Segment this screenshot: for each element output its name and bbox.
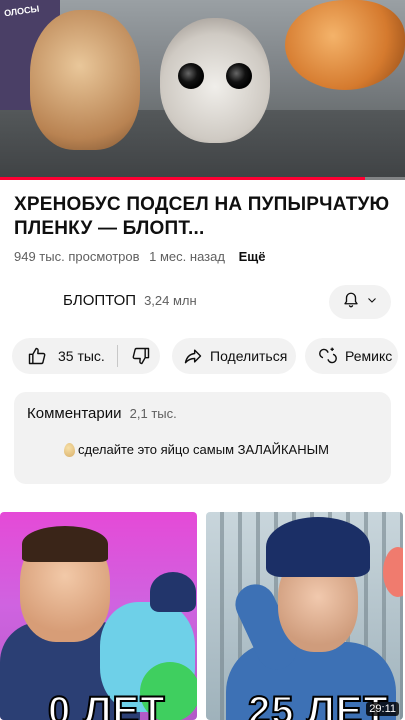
egg-emoji-icon — [64, 442, 75, 457]
progress-bar[interactable] — [0, 177, 405, 180]
subscriber-count: 3,24 млн — [144, 293, 197, 308]
comments-header: Комментарии 2,1 тыс. — [27, 405, 177, 422]
remix-icon — [317, 345, 339, 367]
bell-icon — [342, 291, 360, 314]
thumbnail-hair — [22, 526, 108, 562]
video-player[interactable]: ОЛОСЫ — [0, 0, 405, 180]
like-dislike-group: 35 тыс. — [12, 338, 160, 374]
progress-fill — [0, 177, 365, 180]
thumbs-up-icon — [26, 345, 48, 367]
notification-bell-button[interactable] — [329, 285, 391, 319]
chevron-down-icon — [366, 293, 378, 311]
share-arrow-icon — [182, 345, 204, 367]
police-cap-icon — [150, 572, 196, 612]
recommended-video-thumbnail[interactable]: 0 ЛЕТ — [0, 512, 197, 720]
dislike-button[interactable] — [130, 345, 152, 367]
video-duration: 29:11 — [366, 702, 399, 716]
publish-date: 1 мес. назад — [149, 249, 225, 264]
thumbnail-overlay-text: 0 ЛЕТ — [47, 688, 166, 720]
top-comment: сделайте это яйцо самым ЗАЛАЙКАНЫМ — [64, 442, 329, 457]
recommended-video-thumbnail[interactable]: 25 ЛЕТ 29:11 — [206, 512, 403, 720]
remix-label: Ремикс — [345, 348, 393, 364]
comments-title: Комментарии — [27, 405, 122, 422]
video-title: ХРЕНОБУС ПОДСЕЛ НА ПУПЫРЧАТУЮ ПЛЕНКУ — Б… — [14, 194, 390, 239]
comments-count: 2,1 тыс. — [129, 406, 177, 421]
police-cap-icon — [266, 517, 370, 577]
right-eye — [226, 63, 252, 89]
like-divider — [116, 345, 118, 367]
hamster-character — [30, 10, 140, 150]
view-count: 949 тыс. просмотров — [14, 249, 140, 264]
channel-row[interactable]: БЛОПТОП 3,24 млн — [63, 292, 197, 309]
fox-character — [285, 0, 405, 90]
left-eye — [178, 63, 204, 89]
remix-button[interactable]: Ремикс — [305, 338, 398, 374]
comments-panel[interactable]: Комментарии 2,1 тыс. сделайте это яйцо с… — [14, 392, 391, 484]
like-count: 35 тыс. — [58, 348, 105, 364]
video-meta: 949 тыс. просмотров 1 мес. назад Ещё — [14, 249, 271, 264]
like-button[interactable]: 35 тыс. — [12, 345, 105, 367]
hedgehog-character — [160, 18, 270, 143]
more-button[interactable]: Ещё — [239, 249, 266, 264]
top-comment-text: сделайте это яйцо самым ЗАЛАЙКАНЫМ — [78, 442, 329, 457]
share-label: Поделиться — [210, 348, 288, 364]
share-button[interactable]: Поделиться — [172, 338, 296, 374]
channel-name[interactable]: БЛОПТОП — [63, 292, 136, 309]
scene-sign-text: ОЛОСЫ — [3, 3, 40, 19]
